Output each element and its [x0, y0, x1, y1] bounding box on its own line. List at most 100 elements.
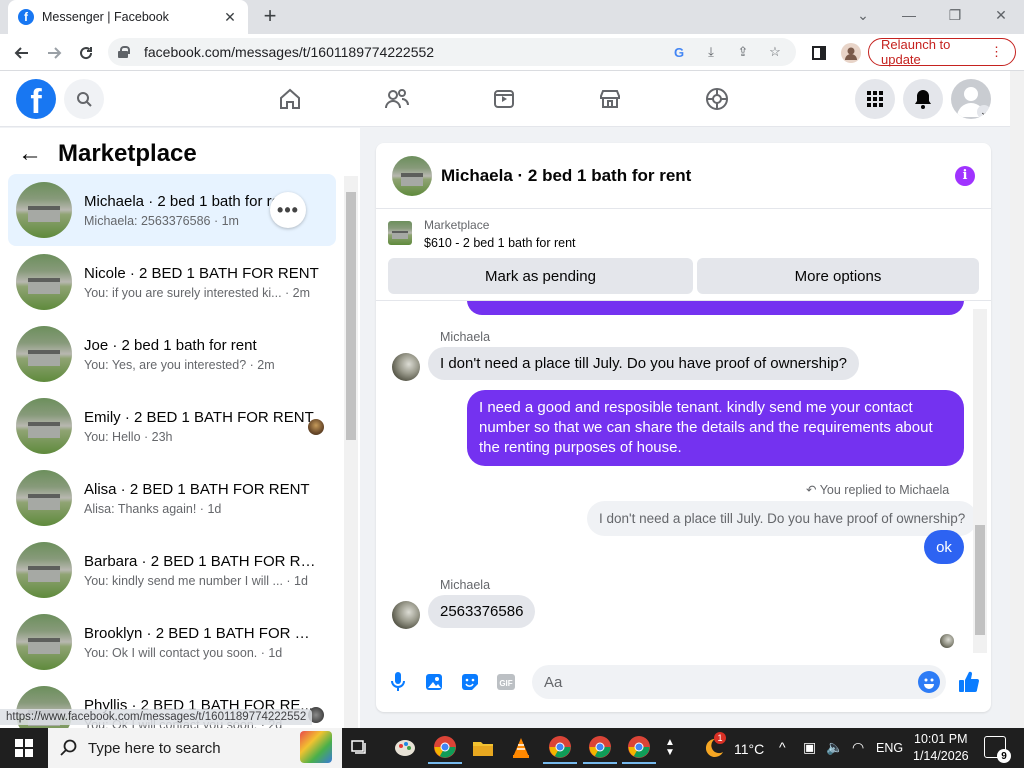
taskbar-scroll-arrows-icon[interactable]: ▲ ▼ [660, 732, 680, 764]
chrome-app-icon[interactable] [543, 732, 577, 764]
chat-title[interactable]: Michaela · 2 bed 1 bath for rent [441, 166, 955, 186]
listing-thumbnail [16, 182, 72, 238]
listing-small-thumbnail[interactable] [388, 221, 412, 245]
url-text: facebook.com/messages/t/1601189774222552 [144, 44, 435, 60]
scrollbar-thumb[interactable] [346, 192, 356, 440]
back-arrow-icon[interactable]: ← [18, 140, 42, 168]
tray-chevron-up-icon[interactable]: ^ [779, 739, 786, 755]
mark-pending-button[interactable]: Mark as pending [388, 258, 693, 294]
scrollbar-thumb[interactable] [975, 525, 985, 635]
home-icon[interactable] [270, 79, 310, 119]
relaunch-button[interactable]: Relaunch to update ⋮ [868, 37, 1016, 67]
relaunch-label: Relaunch to update [881, 37, 951, 67]
chrome-app-icon[interactable] [583, 732, 617, 764]
facebook-logo-icon[interactable]: f [16, 79, 56, 119]
conversation-snippet: You: kindly send me number I will ... · … [84, 573, 308, 588]
incoming-message: I don't need a place till July. Do you h… [428, 347, 859, 380]
conversation-item[interactable]: Michaela · 2 bed 1 bath for rent Michael… [8, 174, 336, 246]
chat-listing-thumbnail[interactable] [392, 155, 432, 196]
back-icon[interactable] [9, 40, 35, 66]
microphone-icon[interactable] [387, 671, 409, 693]
conversation-snippet: You: Ok I will contact you soon. · 1d [84, 645, 283, 660]
forward-icon[interactable] [41, 40, 67, 66]
chrome-app-icon[interactable] [622, 732, 656, 764]
conversation-item[interactable]: Barbara · 2 BED 1 BATH FOR RENT You: kin… [8, 534, 336, 606]
sender-name: Michaela [440, 330, 491, 344]
clock-date[interactable]: 1/14/2026 [913, 749, 969, 763]
tab-search-icon[interactable]: ⌄ [840, 0, 886, 30]
page-title: Marketplace [58, 140, 197, 167]
bookmark-star-icon[interactable]: ☆ [764, 41, 786, 63]
more-options-button[interactable]: More options [697, 258, 979, 294]
conversation-item[interactable]: Joe · 2 bed 1 bath for rent You: Yes, ar… [8, 318, 336, 390]
taskbar-search-placeholder: Type here to search [88, 739, 221, 757]
listing-price[interactable]: $610 - 2 bed 1 bath for rent [424, 236, 576, 250]
language-indicator[interactable]: ENG [876, 741, 903, 755]
conversation-item[interactable]: Emily · 2 BED 1 BATH FOR RENT You: Hello… [8, 390, 336, 462]
conversation-item[interactable]: Nicole · 2 BED 1 BATH FOR RENT You: if y… [8, 246, 336, 318]
page-scrollbar[interactable] [1010, 71, 1024, 728]
conversation-name: Brooklyn · 2 BED 1 BATH FOR RE... [84, 624, 320, 642]
more-options-button[interactable]: ••• [270, 192, 306, 228]
vlc-app-icon[interactable] [504, 732, 538, 764]
message-input[interactable] [532, 665, 946, 699]
thread-scrollbar[interactable] [973, 309, 987, 653]
conversation-item[interactable]: Brooklyn · 2 BED 1 BATH FOR RE... You: O… [8, 606, 336, 678]
conversation-name: Emily · 2 BED 1 BATH FOR RENT [84, 408, 314, 426]
facebook-header: f ⌄ [0, 71, 1024, 127]
close-window-button[interactable]: ✕ [978, 0, 1024, 30]
restore-button[interactable]: ❐ [932, 0, 978, 30]
notification-center-icon[interactable]: 9 [984, 736, 1011, 763]
network-icon[interactable]: ◠ [852, 739, 864, 756]
task-view-icon[interactable] [343, 732, 377, 764]
profile-icon[interactable] [838, 40, 864, 66]
weather-icon[interactable]: 1 [696, 732, 730, 764]
notification-count: 9 [997, 749, 1011, 763]
gif-icon[interactable]: GIF [495, 671, 517, 693]
google-icon[interactable]: G [668, 41, 690, 63]
quoted-message: I don't need a place till July. Do you h… [587, 501, 978, 536]
taskbar-search[interactable]: Type here to search [48, 728, 342, 768]
seen-avatar [940, 634, 954, 648]
watch-icon[interactable] [484, 79, 524, 119]
marketplace-icon[interactable] [590, 79, 630, 119]
meet-now-icon[interactable]: ▣ [803, 739, 816, 756]
gaming-icon[interactable] [697, 79, 737, 119]
weather-temperature[interactable]: 11°C [734, 741, 764, 757]
file-explorer-icon[interactable] [466, 732, 500, 764]
windows-start-icon[interactable] [0, 728, 48, 768]
conversation-snippet: You: Hello · 23h [84, 429, 173, 444]
conversation-item[interactable]: Alisa · 2 BED 1 BATH FOR RENT Alisa: Tha… [8, 462, 336, 534]
friends-icon[interactable] [377, 79, 417, 119]
search-icon[interactable] [64, 79, 104, 119]
facebook-favicon-icon: f [18, 9, 34, 25]
sticker-icon[interactable] [459, 671, 481, 693]
clock-time[interactable]: 10:01 PM [914, 732, 968, 746]
message-composer: GIF [376, 657, 991, 709]
install-icon[interactable]: ⤓ [700, 41, 722, 63]
speaker-icon[interactable]: 🔈 [826, 739, 843, 756]
share-icon[interactable]: ⇪ [732, 41, 754, 63]
conversation-list: Michaela · 2 bed 1 bath for rent Michael… [8, 174, 336, 728]
info-icon[interactable]: i [955, 165, 975, 186]
emoji-icon[interactable] [918, 671, 940, 693]
notifications-bell-icon[interactable] [903, 79, 943, 119]
address-bar[interactable]: facebook.com/messages/t/1601189774222552… [108, 38, 796, 66]
side-panel-icon[interactable] [806, 40, 832, 66]
browser-tab[interactable]: f Messenger | Facebook ✕ [8, 0, 248, 34]
sender-avatar[interactable] [392, 601, 420, 629]
chat-panel: Michaela · 2 bed 1 bath for rent i Marke… [376, 143, 991, 712]
minimize-button[interactable]: — [886, 0, 932, 30]
listing-thumbnail [16, 542, 72, 598]
thumbs-up-icon[interactable] [958, 671, 980, 693]
new-tab-button[interactable]: + [258, 5, 282, 29]
sidebar-scrollbar[interactable] [344, 176, 358, 728]
tab-close-icon[interactable]: ✕ [222, 9, 238, 26]
reload-icon[interactable] [73, 40, 99, 66]
paint-app-icon[interactable] [388, 732, 422, 764]
photo-icon[interactable] [423, 671, 445, 693]
menu-grid-icon[interactable] [855, 79, 895, 119]
chrome-app-icon[interactable] [428, 732, 462, 764]
account-avatar[interactable]: ⌄ [951, 79, 991, 119]
sender-avatar[interactable] [392, 353, 420, 381]
